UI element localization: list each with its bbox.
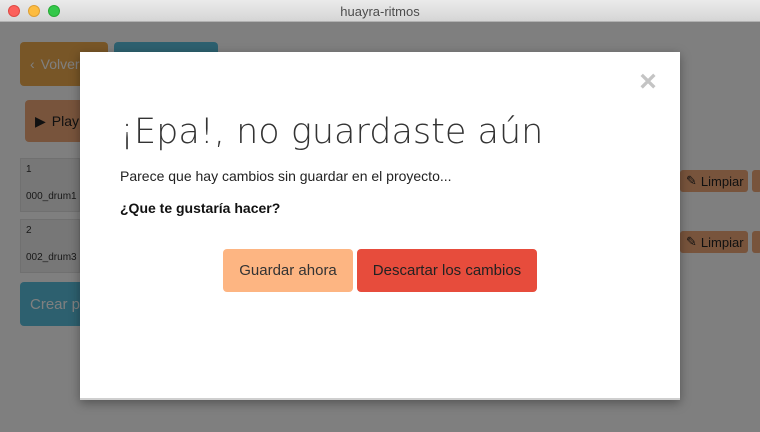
close-icon[interactable]: × — [636, 67, 660, 97]
dialog-message: Parece que hay cambios sin guardar en el… — [120, 168, 452, 184]
window-title: huayra-ritmos — [340, 4, 420, 19]
save-now-button[interactable]: Guardar ahora — [223, 249, 353, 292]
discard-changes-button[interactable]: Descartar los cambios — [357, 249, 537, 292]
window-titlebar: huayra-ritmos — [0, 0, 760, 22]
dialog-question: ¿Que te gustaría hacer? — [120, 200, 281, 216]
dialog-title: ¡Epa!, no guardaste aún — [120, 112, 544, 152]
unsaved-changes-dialog: × ¡Epa!, no guardaste aún Parece que hay… — [80, 52, 680, 400]
